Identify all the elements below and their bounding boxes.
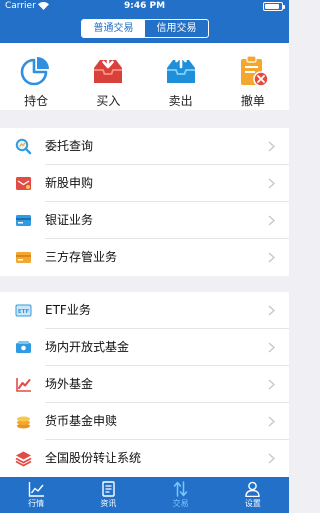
action-buy[interactable]: 买入 — [76, 43, 140, 110]
list-item-money-fund[interactable]: 货币基金申赎 — [0, 403, 289, 440]
tab-market[interactable]: 行情 — [0, 477, 72, 513]
list-item-label: 新股申购 — [45, 176, 94, 190]
list-item-ipo-subscription[interactable]: 新股申购 — [0, 165, 289, 202]
clock: 9:46 PM — [123, 1, 166, 11]
list-item-neeq[interactable]: 全国股份转让系统 — [0, 440, 289, 477]
card-icon — [16, 252, 31, 263]
fund-icon — [16, 341, 31, 353]
action-cancel-order[interactable]: 撤单 — [221, 43, 285, 110]
chevron-right-icon — [268, 141, 275, 152]
tab-label: 资讯 — [100, 499, 117, 508]
coins-icon — [17, 416, 30, 429]
action-sell[interactable]: 卖出 — [149, 43, 213, 110]
chevron-right-icon — [268, 342, 275, 353]
segment-credit-trade[interactable]: 信用交易 — [145, 20, 208, 37]
list-item-third-party-custody[interactable]: 三方存管业务 — [0, 239, 289, 276]
list-item-label: 银证业务 — [45, 213, 94, 227]
action-buy-label: 买入 — [96, 94, 121, 108]
search-icon — [15, 138, 32, 155]
list-item-label: 场内开放式基金 — [45, 340, 130, 354]
chevron-right-icon — [268, 416, 275, 427]
status-bar: Carrier 9:46 PM — [0, 0, 289, 14]
action-holdings-label: 持仓 — [24, 94, 49, 108]
chevron-right-icon — [268, 252, 275, 263]
pie-chart-icon — [20, 57, 50, 86]
line-chart-icon — [28, 482, 44, 497]
tab-bar: 行情 资讯 交易 设置 — [0, 477, 289, 513]
tab-label: 设置 — [244, 499, 261, 508]
person-icon — [245, 481, 261, 497]
bank-card-icon — [16, 215, 31, 226]
list-item-label: 货币基金申赎 — [45, 414, 118, 428]
action-cancel-order-label: 撤单 — [240, 94, 265, 108]
list-item-etf[interactable]: ETF ETF业务 — [0, 292, 289, 329]
etf-icon: ETF — [15, 304, 32, 317]
tab-label: 行情 — [28, 499, 45, 508]
list-item-label: ETF业务 — [45, 303, 91, 317]
tab-settings[interactable]: 设置 — [217, 477, 289, 513]
transfer-arrows-icon — [173, 481, 188, 497]
action-sell-label: 卖出 — [168, 94, 193, 108]
list-item-label: 委托查询 — [45, 139, 94, 153]
list-item-order-query[interactable]: 委托查询 — [0, 128, 289, 165]
quick-actions: 持仓 买入 卖出 撤单 — [0, 43, 289, 110]
inbox-download-icon — [94, 54, 123, 83]
list-item-label: 三方存管业务 — [45, 250, 118, 264]
list-item-otc-fund[interactable]: 场外基金 — [0, 366, 289, 403]
document-icon — [102, 481, 115, 497]
trade-type-segmented-control: 普通交易 信用交易 — [81, 19, 209, 38]
tab-trade[interactable]: 交易 — [145, 477, 217, 513]
list-item-listed-open-fund[interactable]: 场内开放式基金 — [0, 329, 289, 366]
header: Carrier 9:46 PM 普通交易 信用交易 — [0, 0, 289, 43]
list-item-label: 场外基金 — [45, 377, 94, 391]
list-item-label: 全国股份转让系统 — [45, 451, 142, 465]
action-holdings[interactable]: 持仓 — [4, 43, 68, 110]
layers-icon — [15, 451, 32, 467]
chevron-right-icon — [268, 215, 275, 226]
tab-label: 交易 — [172, 499, 189, 508]
battery-icon — [263, 2, 285, 11]
list-item-bank-securities[interactable]: 银证业务 — [0, 202, 289, 239]
chevron-right-icon — [268, 379, 275, 390]
segment-normal-trade[interactable]: 普通交易 — [82, 20, 145, 37]
chevron-right-icon — [268, 453, 275, 464]
list-group-funds: ETF ETF业务 场内开放式基金 场外基金 货币基金申赎 全国股份转让系统 — [0, 292, 289, 477]
new-stock-icon — [16, 177, 31, 190]
tab-news[interactable]: 资讯 — [72, 477, 144, 513]
list-group-orders: 委托查询 新股申购 银证业务 三方存管业务 — [0, 128, 289, 276]
clipboard-cancel-icon — [240, 55, 269, 87]
chevron-right-icon — [268, 178, 275, 189]
trend-chart-icon — [16, 378, 31, 392]
svg-text:ETF: ETF — [18, 309, 30, 315]
chevron-right-icon — [268, 305, 275, 316]
inbox-upload-icon — [166, 54, 195, 83]
